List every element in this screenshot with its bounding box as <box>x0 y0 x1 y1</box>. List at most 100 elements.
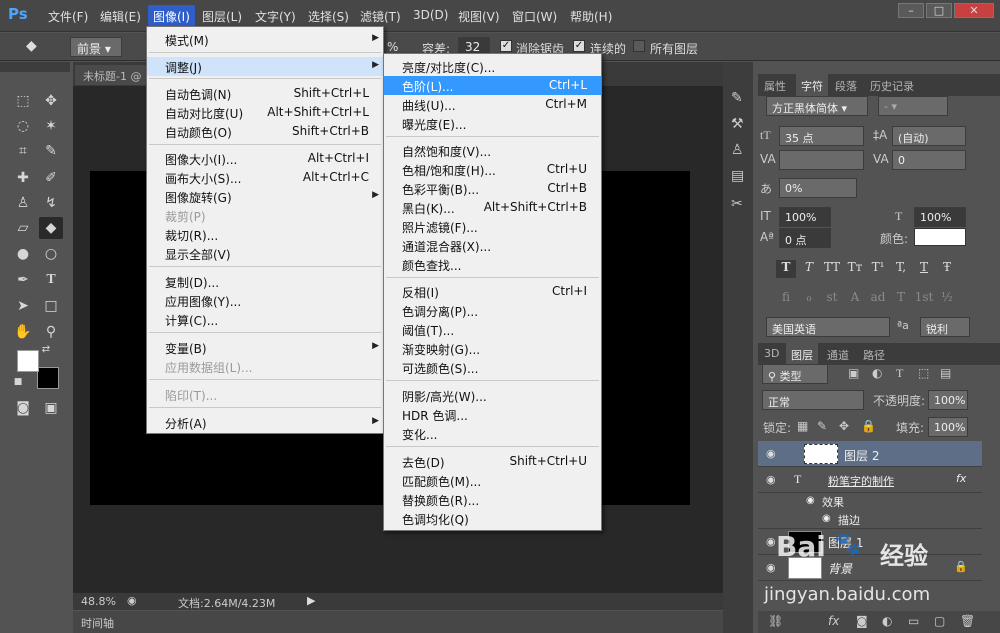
horizontal-scale-field[interactable]: 100% <box>914 207 966 227</box>
filter-shape-icon[interactable]: ⬚ <box>918 366 929 380</box>
blur-tool-icon[interactable]: ● <box>11 243 35 265</box>
paint-bucket-tool-icon[interactable]: ◆ <box>39 217 63 239</box>
vertical-scale-field[interactable]: 100% <box>779 207 831 227</box>
fill-source-select[interactable]: 前景 ▾ <box>70 37 122 57</box>
status-menu-arrow-icon[interactable]: ▶ <box>307 594 315 607</box>
dodge-tool-icon[interactable]: ○ <box>39 243 63 265</box>
maximize-button[interactable]: □ <box>926 3 952 18</box>
menu-item-selective-color[interactable]: 可选颜色(S)... <box>384 358 601 377</box>
brush-tool-icon[interactable]: ✐ <box>39 167 63 189</box>
baseline-shift-field[interactable]: 0 点 <box>779 228 831 248</box>
ordinals-button[interactable]: 1st <box>914 290 934 308</box>
actions-icon[interactable]: ▤ <box>731 168 744 184</box>
quick-mask-icon[interactable]: ◙ <box>11 397 35 419</box>
minimize-button[interactable]: – <box>898 3 924 18</box>
opacity-field[interactable]: 100% <box>928 390 968 410</box>
filter-adjustment-icon[interactable]: ◐ <box>872 366 882 380</box>
tool-presets-icon[interactable]: ⚒ <box>731 116 744 132</box>
pen-tool-icon[interactable]: ✒ <box>11 269 35 291</box>
menu-type[interactable]: 文字(Y) <box>255 8 296 25</box>
tools-panel-icon[interactable]: ✂ <box>731 196 743 212</box>
menu-view[interactable]: 视图(V) <box>458 8 500 25</box>
default-colors-icon[interactable]: ■ <box>11 375 25 389</box>
tab-character[interactable]: 字符 <box>796 74 828 98</box>
antialias-checkbox[interactable]: ✓ <box>500 40 512 52</box>
menu-help[interactable]: 帮助(H) <box>570 8 612 25</box>
menu-item-auto-color[interactable]: 自动颜色(O) Shift+Ctrl+B <box>147 122 383 141</box>
ligatures-button[interactable]: fi <box>776 290 796 308</box>
visibility-eye-icon[interactable]: ◉ <box>766 473 780 486</box>
lock-transparent-icon[interactable]: ▦ <box>797 419 808 433</box>
menu-layer[interactable]: 图层(L) <box>202 8 242 25</box>
all-caps-button[interactable]: TT <box>822 260 842 278</box>
menu-item-brightness-contrast[interactable]: 亮度/对比度(C)... <box>384 57 601 76</box>
menu-item-exposure[interactable]: 曝光度(E)... <box>384 114 601 133</box>
magic-wand-tool-icon[interactable]: ✶ <box>39 115 63 137</box>
menu-item-black-white[interactable]: 黑白(K)... Alt+Shift+Ctrl+B <box>384 198 601 217</box>
ornaments-button[interactable]: T <box>891 290 911 308</box>
status-icon[interactable]: ◉ <box>127 594 137 607</box>
underline-button[interactable]: T <box>914 260 934 278</box>
swap-colors-icon[interactable]: ⇄ <box>39 343 53 357</box>
swash-button[interactable]: st <box>822 290 842 308</box>
foreground-color-swatch[interactable] <box>17 350 39 372</box>
menu-item-adjustments[interactable]: 调整(J) ▶ <box>147 57 383 76</box>
layer-name[interactable]: 粉笔字的制作 <box>828 473 894 489</box>
document-tab[interactable]: 未标题-1 @ <box>75 65 150 85</box>
zoom-tool-icon[interactable]: ⚲ <box>39 321 63 343</box>
lock-all-icon[interactable]: 🔒 <box>861 419 876 433</box>
tab-channels[interactable]: 通道 <box>827 347 849 363</box>
menu-item-vibrance[interactable]: 自然饱和度(V)... <box>384 141 601 160</box>
font-size-field[interactable]: 35 点 <box>779 126 864 146</box>
tab-3d[interactable]: 3D <box>764 347 779 360</box>
toolbar-collapse-strip[interactable] <box>0 62 70 72</box>
menu-item-replace-color[interactable]: 替换颜色(R)... <box>384 490 601 509</box>
text-color-swatch[interactable] <box>914 228 966 246</box>
menu-image[interactable]: 图像(I) <box>148 5 195 28</box>
marquee-tool-icon[interactable]: ⬚ <box>11 90 35 112</box>
subscript-button[interactable]: T, <box>891 260 911 278</box>
filter-smart-object-icon[interactable]: ▤ <box>940 366 951 380</box>
crop-tool-icon[interactable]: ⌗ <box>11 140 35 162</box>
menu-item-match-color[interactable]: 匹配颜色(M)... <box>384 471 601 490</box>
menu-item-curves[interactable]: 曲线(U)... Ctrl+M <box>384 95 601 114</box>
menu-item-trap[interactable]: 陷印(T)... <box>147 385 383 404</box>
faux-italic-button[interactable]: T <box>799 260 819 278</box>
background-color-swatch[interactable] <box>37 367 59 389</box>
contiguous-checkbox[interactable]: ✓ <box>573 40 585 52</box>
type-tool-icon[interactable]: T <box>39 269 63 291</box>
menu-file[interactable]: 文件(F) <box>48 8 88 25</box>
menu-item-channel-mixer[interactable]: 通道混合器(X)... <box>384 236 601 255</box>
menu-item-mode[interactable]: 模式(M) ▶ <box>147 30 383 49</box>
leading-field[interactable]: (自动) <box>892 126 966 146</box>
menu-item-variables[interactable]: 变量(B) ▶ <box>147 338 383 357</box>
menu-item-auto-contrast[interactable]: 自动对比度(U) Alt+Shift+Ctrl+L <box>147 103 383 122</box>
menu-item-hue-saturation[interactable]: 色相/饱和度(H)... Ctrl+U <box>384 160 601 179</box>
visibility-eye-icon[interactable]: ◉ <box>766 447 780 460</box>
clone-source-icon[interactable]: ♙ <box>731 142 744 158</box>
antialias-select[interactable]: 锐利 <box>920 317 970 337</box>
fractions-button[interactable]: ½ <box>937 290 957 308</box>
screen-mode-icon[interactable]: ▣ <box>39 397 63 419</box>
old-style-button[interactable]: ℴ <box>799 290 819 308</box>
blend-mode-select[interactable]: 正常 <box>762 390 864 410</box>
menu-item-apply-image[interactable]: 应用图像(Y)... <box>147 291 383 310</box>
stylistic-alt-button[interactable]: A <box>845 290 865 308</box>
tsume-field[interactable]: 0% <box>779 178 857 198</box>
new-group-icon[interactable]: ▭ <box>908 614 919 628</box>
new-adjustment-icon[interactable]: ◐ <box>882 614 892 628</box>
filter-type-icon[interactable]: T <box>896 366 903 381</box>
menu-window[interactable]: 窗口(W) <box>512 8 557 25</box>
language-select[interactable]: 美国英语 <box>766 317 890 337</box>
kerning-field[interactable] <box>779 150 864 170</box>
effects-eye-icon[interactable]: ◉ <box>806 495 815 506</box>
menu-item-image-rotation[interactable]: 图像旋转(G) ▶ <box>147 187 383 206</box>
history-brush-tool-icon[interactable]: ↯ <box>39 192 63 214</box>
menu-item-reveal-all[interactable]: 显示全部(V) <box>147 244 383 263</box>
font-style-select[interactable]: - ▾ <box>878 96 948 116</box>
titling-alt-button[interactable]: ad <box>868 290 888 308</box>
small-caps-button[interactable]: Tт <box>845 260 865 278</box>
all-layers-checkbox[interactable] <box>633 40 645 52</box>
paint-bucket-icon[interactable]: ◆ <box>26 38 37 54</box>
path-selection-tool-icon[interactable]: ➤ <box>11 295 35 317</box>
